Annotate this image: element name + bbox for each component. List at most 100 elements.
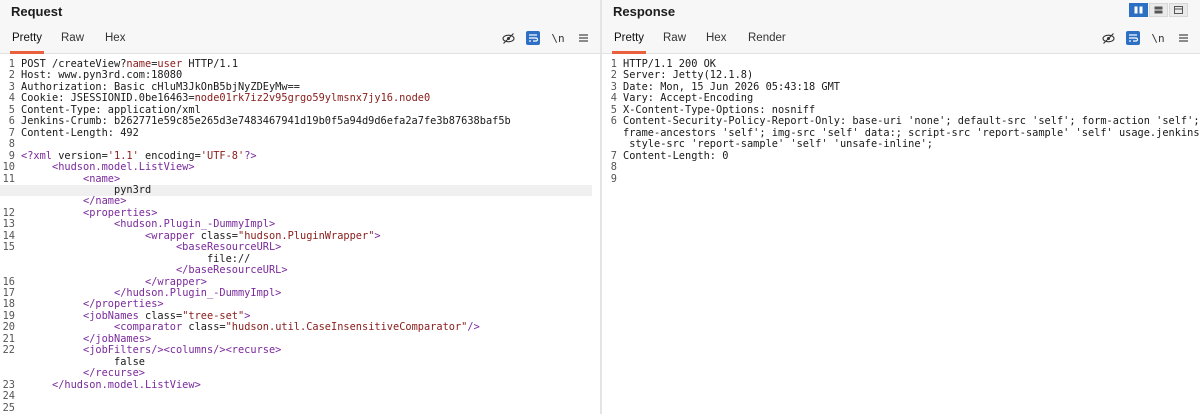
code-text: Cookie: JSESSIONID.0be16463=node01rk7iz2… (21, 93, 430, 104)
code-text: HTTP/1.1 200 OK (623, 59, 716, 70)
word-wrap-icon[interactable] (526, 31, 540, 45)
code-text: Content-Length: 0 (623, 149, 729, 162)
response-tab-hex[interactable]: Hex (706, 21, 726, 53)
code-token: style-src 'report-sample' 'self' 'unsafe… (623, 138, 933, 151)
layout-stacked-button[interactable] (1149, 3, 1168, 17)
code-text: Date: Mon, 15 Jun 2026 05:43:18 GMT (623, 81, 840, 93)
request-body-editor[interactable]: 1 POST /createView?name=user HTTP/1.1 2 Hos… (0, 56, 600, 414)
request-header: Request (0, 0, 600, 22)
code-token: <jobFilters/><columns/><recurse> (83, 344, 282, 357)
code-token: "tree-set" (182, 309, 245, 322)
line-number: 18 (2, 298, 15, 311)
code-text: <comparator class="hudson.util.CaseInsen… (21, 322, 480, 333)
response-tabs: Pretty Raw Hex Render \n (602, 22, 1200, 54)
code-token: </hudson.model.ListView> (52, 378, 201, 391)
code-line: 3 Authorization: Basic cHluM3JkOnB5bjNyZD… (0, 80, 592, 93)
code-token: Server: Jetty(12.1.8) (623, 69, 754, 82)
line-number: 17 (2, 287, 15, 299)
code-token: file:// (21, 252, 251, 265)
hide-nonprintable-icon[interactable] (1101, 31, 1115, 45)
code-token: POST /createView? (21, 58, 127, 70)
code-token: Content-Security-Policy-Report-Only: bas… (623, 115, 1200, 128)
line-number: 4 (8, 92, 15, 105)
code-text: <wrapper class="hudson.PluginWrapper"> (21, 229, 381, 242)
code-line: 12 <properties> (0, 206, 592, 219)
code-text: Authorization: Basic cHluM3JkOnB5bjNyZDE… (21, 80, 300, 93)
code-token: > (244, 309, 251, 322)
line-number: 9 (610, 172, 617, 185)
code-token: frame-ancestors 'self'; img-src 'self' d… (623, 126, 1200, 139)
code-line: 20 <comparator class="hudson.util.CaseIn… (0, 322, 592, 333)
code-token: class= (182, 321, 226, 334)
code-token: <properties> (83, 206, 158, 219)
request-tab-hex[interactable]: Hex (105, 21, 125, 53)
layout-side-by-side-button[interactable] (1129, 3, 1148, 17)
menu-icon[interactable] (576, 31, 590, 45)
line-number: 7 (8, 126, 15, 139)
line-number: 5 (8, 103, 15, 116)
code-token: <hudson.model.ListView> (52, 161, 195, 174)
hide-nonprintable-icon[interactable] (501, 31, 515, 45)
code-line: 13 <hudson.Plugin_-DummyImpl> (0, 219, 592, 230)
layout-toggle (1129, 3, 1188, 17)
request-tab-pretty[interactable]: Pretty (9, 21, 45, 54)
code-line: 16 </wrapper> (0, 276, 592, 288)
code-token: </properties> (83, 298, 164, 311)
code-token: Content-Length: 492 (21, 126, 139, 139)
request-toolbar: \n (501, 22, 590, 54)
code-line: 7 Content-Length: 0 (602, 149, 1192, 162)
response-tab-raw[interactable]: Raw (663, 21, 686, 53)
line-number: 19 (2, 309, 15, 322)
response-tab-pretty[interactable]: Pretty (611, 21, 647, 54)
response-title: Response (613, 3, 676, 19)
newline-icon[interactable]: \n (1151, 31, 1165, 45)
code-line: 18 </properties> (0, 299, 592, 310)
code-token: Authorization: Basic cHluM3JkOnB5bjNyZDE… (21, 80, 300, 93)
code-token: Content-Type: application/xml (21, 103, 201, 116)
code-token: /> (467, 321, 480, 334)
response-tab-render[interactable]: Render (748, 21, 786, 53)
line-number: 3 (610, 80, 617, 93)
code-token: Content-Length: 0 (623, 149, 729, 162)
line-number: 1 (8, 58, 15, 70)
request-tab-raw[interactable]: Raw (61, 21, 84, 53)
code-text: pyn3rd (21, 184, 151, 196)
code-text: <baseResourceURL> (21, 242, 281, 253)
response-body-viewer[interactable]: 1 HTTP/1.1 200 OK 2 Server: Jetty(12.1.8) 3 D… (602, 56, 1200, 414)
layout-tabs-button[interactable] (1169, 3, 1188, 17)
code-text: <hudson.model.ListView> (21, 162, 195, 173)
code-line: style-src 'report-sample' 'self' 'unsafe… (602, 139, 1192, 150)
code-token: Cookie: JSESSIONID.0be16463= (21, 92, 195, 105)
code-line: 5 X-Content-Type-Options: nosniff (602, 104, 1192, 116)
line-number: 25 (2, 401, 15, 414)
newline-icon[interactable]: \n (551, 31, 565, 45)
code-token: </recurse> (83, 367, 145, 380)
code-text: <jobFilters/><columns/><recurse> (21, 345, 281, 356)
line-number: 6 (610, 115, 617, 128)
code-line: 24 (0, 391, 592, 402)
menu-icon[interactable] (1176, 31, 1190, 45)
code-line: 15 <baseResourceURL> (0, 242, 592, 253)
code-token: encoding= (138, 149, 201, 162)
code-line: 7 Content-Length: 492 (0, 126, 592, 139)
code-line: 9 (602, 172, 1192, 185)
word-wrap-icon[interactable] (1126, 31, 1140, 45)
code-line: 6 Jenkins-Crumb: b262771e59c85e265d3e7483… (0, 116, 592, 127)
code-line: frame-ancestors 'self'; img-src 'self' d… (602, 127, 1200, 139)
line-number: 4 (610, 92, 617, 105)
code-line: 14 <wrapper class="hudson.PluginWrapper"… (0, 229, 592, 242)
code-line: </baseResourceURL> (0, 265, 592, 276)
line-number: 7 (610, 149, 617, 162)
code-token: class= (194, 229, 239, 242)
code-line: 9 <?xml version='1.1' encoding='UTF-8'?> (0, 149, 592, 162)
response-header: Response (602, 0, 1200, 22)
code-token: class= (138, 309, 183, 322)
